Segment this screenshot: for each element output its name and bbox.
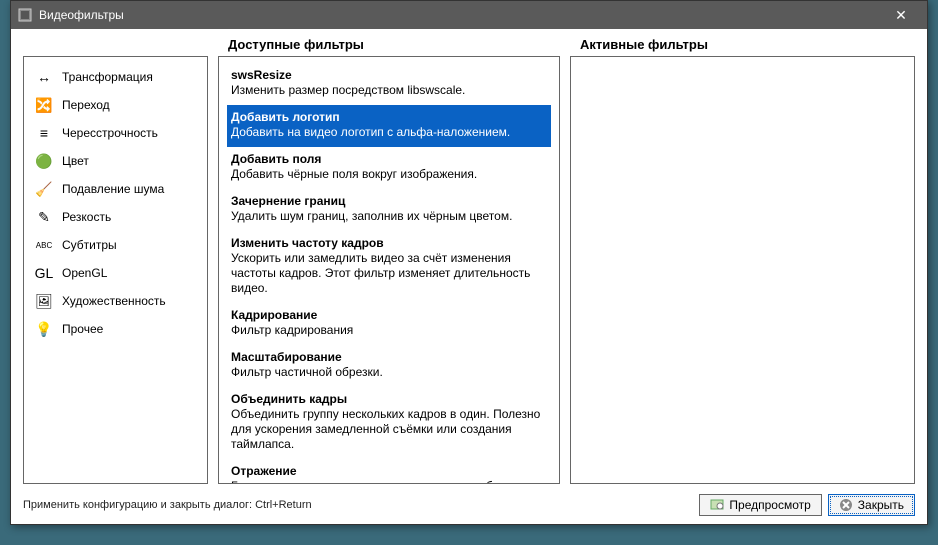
window-title: Видеофильтры — [39, 8, 881, 22]
category-label: Цвет — [62, 154, 89, 168]
category-icon: 🔀 — [34, 96, 54, 114]
filter-name: Объединить кадры — [231, 392, 547, 406]
category-item[interactable]: 💡 Прочее — [28, 315, 203, 343]
filter-item[interactable]: КадрированиеФильтр кадрирования — [227, 303, 551, 345]
filter-description: Добавить на видео логотип с альфа-наложе… — [231, 125, 547, 140]
filter-name: swsResize — [231, 68, 547, 82]
filter-name: Добавить поля — [231, 152, 547, 166]
filter-description: Добавить чёрные поля вокруг изображения. — [231, 167, 547, 182]
category-list[interactable]: ↔ Трансформация 🔀 Переход ≡ Чересстрочность 🟢 Ц… — [23, 56, 208, 484]
category-icon: 🖼 — [34, 292, 54, 310]
category-label: Подавление шума — [62, 182, 164, 196]
category-item[interactable]: 🔀 Переход — [28, 91, 203, 119]
filter-name: Отражение — [231, 464, 547, 478]
category-item[interactable]: 🧹 Подавление шума — [28, 175, 203, 203]
filter-item[interactable]: Изменить частоту кадровУскорить или заме… — [227, 231, 551, 303]
app-icon — [17, 7, 33, 23]
available-filters-header: Доступные фильтры — [218, 37, 560, 52]
category-label: Резкость — [62, 210, 111, 224]
shortcut-hint: Применить конфигурацию и закрыть диалог:… — [23, 499, 693, 511]
filter-description: Ускорить или замедлить видео за счёт изм… — [231, 251, 547, 296]
preview-button-label: Предпросмотр — [729, 498, 810, 512]
filter-item[interactable]: Объединить кадрыОбъединить группу нескол… — [227, 387, 551, 459]
category-icon: ABC — [34, 236, 54, 254]
close-button-icon — [839, 498, 853, 512]
column-headers: Доступные фильтры Активные фильтры — [23, 37, 915, 52]
close-button[interactable]: Закрыть — [828, 494, 915, 516]
filter-name: Добавить логотип — [231, 110, 547, 124]
filter-description: Изменить размер посредством libswscale. — [231, 83, 547, 98]
filter-name: Масштабирование — [231, 350, 547, 364]
category-item[interactable]: ↔ Трансформация — [28, 63, 203, 91]
category-label: Художественность — [62, 294, 166, 308]
filter-description: Объединить группу нескольких кадров в од… — [231, 407, 547, 452]
category-icon: ✎ — [34, 208, 54, 226]
close-button-label: Закрыть — [858, 498, 904, 512]
video-filters-dialog: Видеофильтры ✕ Доступные фильтры Активны… — [10, 0, 928, 525]
preview-button[interactable]: Предпросмотр — [699, 494, 821, 516]
category-icon: 💡 — [34, 320, 54, 338]
category-icon: 🧹 — [34, 180, 54, 198]
filter-item[interactable]: Зачернение границУдалить шум границ, зап… — [227, 189, 551, 231]
filter-description: Фильтр кадрирования — [231, 323, 547, 338]
category-label: Трансформация — [62, 70, 153, 84]
category-item[interactable]: ✎ Резкость — [28, 203, 203, 231]
filter-description: Горизонтально или вертикально отразить и… — [231, 479, 547, 483]
category-label: OpenGL — [62, 266, 107, 280]
filter-item[interactable]: МасштабированиеФильтр частичной обрезки. — [227, 345, 551, 387]
category-icon: ≡ — [34, 124, 54, 142]
filter-description: Фильтр частичной обрезки. — [231, 365, 547, 380]
close-icon[interactable]: ✕ — [881, 3, 921, 27]
category-item[interactable]: GL OpenGL — [28, 259, 203, 287]
category-label: Переход — [62, 98, 110, 112]
category-icon: ↔ — [34, 68, 54, 86]
category-item[interactable]: ABC Субтитры — [28, 231, 203, 259]
filter-item[interactable]: swsResizeИзменить размер посредством lib… — [227, 63, 551, 105]
category-label: Субтитры — [62, 238, 117, 252]
category-icon: 🟢 — [34, 152, 54, 170]
filter-item[interactable]: Добавить логотипДобавить на видео логоти… — [227, 105, 551, 147]
filter-name: Зачернение границ — [231, 194, 547, 208]
filter-name: Кадрирование — [231, 308, 547, 322]
category-item[interactable]: 🖼 Художественность — [28, 287, 203, 315]
filter-description: Удалить шум границ, заполнив их чёрным ц… — [231, 209, 547, 224]
preview-icon — [710, 498, 724, 512]
active-filters-header: Активные фильтры — [570, 37, 915, 52]
client-area: Доступные фильтры Активные фильтры ↔ Тран… — [11, 29, 927, 524]
dialog-footer: Применить конфигурацию и закрыть диалог:… — [23, 484, 915, 516]
filter-item[interactable]: Добавить поляДобавить чёрные поля вокруг… — [227, 147, 551, 189]
category-icon: GL — [34, 264, 54, 282]
active-filters-list[interactable] — [570, 56, 915, 484]
category-item[interactable]: ≡ Чересстрочность — [28, 119, 203, 147]
filter-item[interactable]: ОтражениеГоризонтально или вертикально о… — [227, 459, 551, 483]
category-label: Прочее — [62, 322, 103, 336]
filter-name: Изменить частоту кадров — [231, 236, 547, 250]
available-filters-list[interactable]: swsResizeИзменить размер посредством lib… — [218, 56, 560, 484]
titlebar[interactable]: Видеофильтры ✕ — [11, 1, 927, 29]
category-item[interactable]: 🟢 Цвет — [28, 147, 203, 175]
category-label: Чересстрочность — [62, 126, 158, 140]
